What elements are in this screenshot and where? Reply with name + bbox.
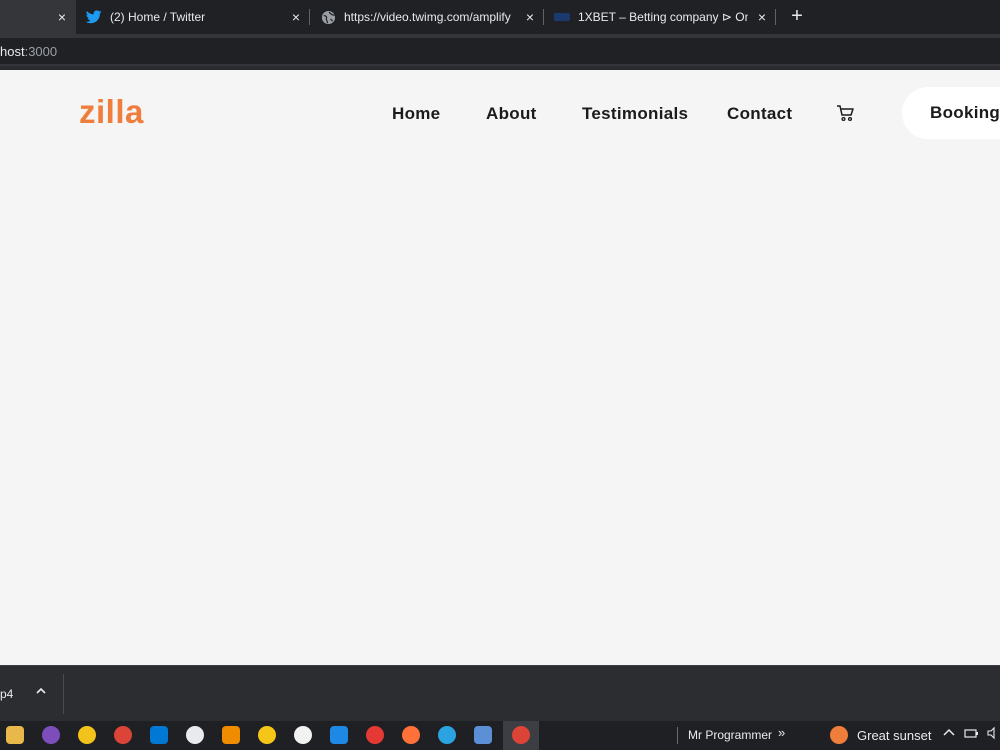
volume-icon[interactable] [986,726,1000,744]
new-tab-button[interactable]: + [786,5,808,27]
nav-testimonials[interactable]: Testimonials [582,104,688,124]
nav-contact[interactable]: Contact [727,104,792,124]
bookings-button[interactable]: Bookings [902,87,1000,139]
address-bar[interactable]: host:3000 [0,38,1000,64]
close-icon[interactable]: × [292,9,300,25]
firefox-icon[interactable] [402,726,420,744]
bookings-label: Bookings [930,103,1000,122]
vscode-icon[interactable] [150,726,168,744]
1xbet-icon [554,9,570,25]
close-icon[interactable]: × [758,9,766,25]
download-divider [63,674,64,714]
download-file-name[interactable]: p4 [0,687,13,701]
url-host: host [0,44,25,59]
browser-tab-active[interactable]: × [0,0,76,34]
media-player-icon[interactable] [366,726,384,744]
chrome-active-icon[interactable] [512,726,530,744]
file-explorer-icon[interactable] [6,726,24,744]
taskbar-divider [677,727,678,744]
tab-divider [543,9,544,25]
overflow-icon[interactable]: » [778,725,785,740]
site-logo[interactable]: zilla [79,93,144,131]
mail-icon[interactable] [330,726,348,744]
weather-icon[interactable] [830,726,848,744]
tab-divider [775,9,776,25]
battery-icon[interactable] [964,726,982,744]
cart-icon[interactable] [836,103,856,123]
nav-home[interactable]: Home [392,104,440,124]
browser-tab-twitter[interactable]: (2) Home / Twitter × [86,0,308,34]
tab-title: https://video.twimg.com/amplify [344,10,511,24]
toolbar-user-label[interactable]: Mr Programmer [688,728,772,742]
app-a-icon[interactable] [78,726,96,744]
nav-about[interactable]: About [486,104,537,124]
tab-title: (2) Home / Twitter [110,10,206,24]
browser-tab-video[interactable]: https://video.twimg.com/amplify × [320,0,542,34]
telegram-icon[interactable] [438,726,456,744]
app-compass-icon[interactable] [294,726,312,744]
keyboard-icon[interactable] [474,726,492,744]
url-text: host:3000 [0,44,57,59]
vlc-icon[interactable] [222,726,240,744]
url-port: :3000 [24,44,58,59]
github-icon[interactable] [42,726,60,744]
chrome-icon[interactable] [114,726,132,744]
twitter-icon [86,9,102,25]
chevron-up-icon[interactable] [34,684,48,698]
app-sun-icon[interactable] [258,726,276,744]
weather-text[interactable]: Great sunset [857,728,931,743]
web-page: zilla Home About Testimonials Contact Bo… [0,70,1000,665]
close-icon[interactable]: × [526,9,534,25]
search-app-icon[interactable] [186,726,204,744]
tab-divider [309,9,310,25]
chevron-up-icon[interactable] [942,726,960,744]
browser-toolbar: host:3000 [0,34,1000,66]
browser-tab-strip: × (2) Home / Twitter × https://video.twi… [0,0,1000,34]
tab-title: 1XBET – Betting company ⊳ Onli [578,10,748,24]
globe-icon [320,9,336,25]
taskbar: Mr Programmer » Great sunset [0,721,1000,750]
close-icon[interactable]: × [58,9,66,25]
browser-tab-1xbet[interactable]: 1XBET – Betting company ⊳ Onli × [554,0,774,34]
downloads-bar: p4 [0,665,1000,721]
